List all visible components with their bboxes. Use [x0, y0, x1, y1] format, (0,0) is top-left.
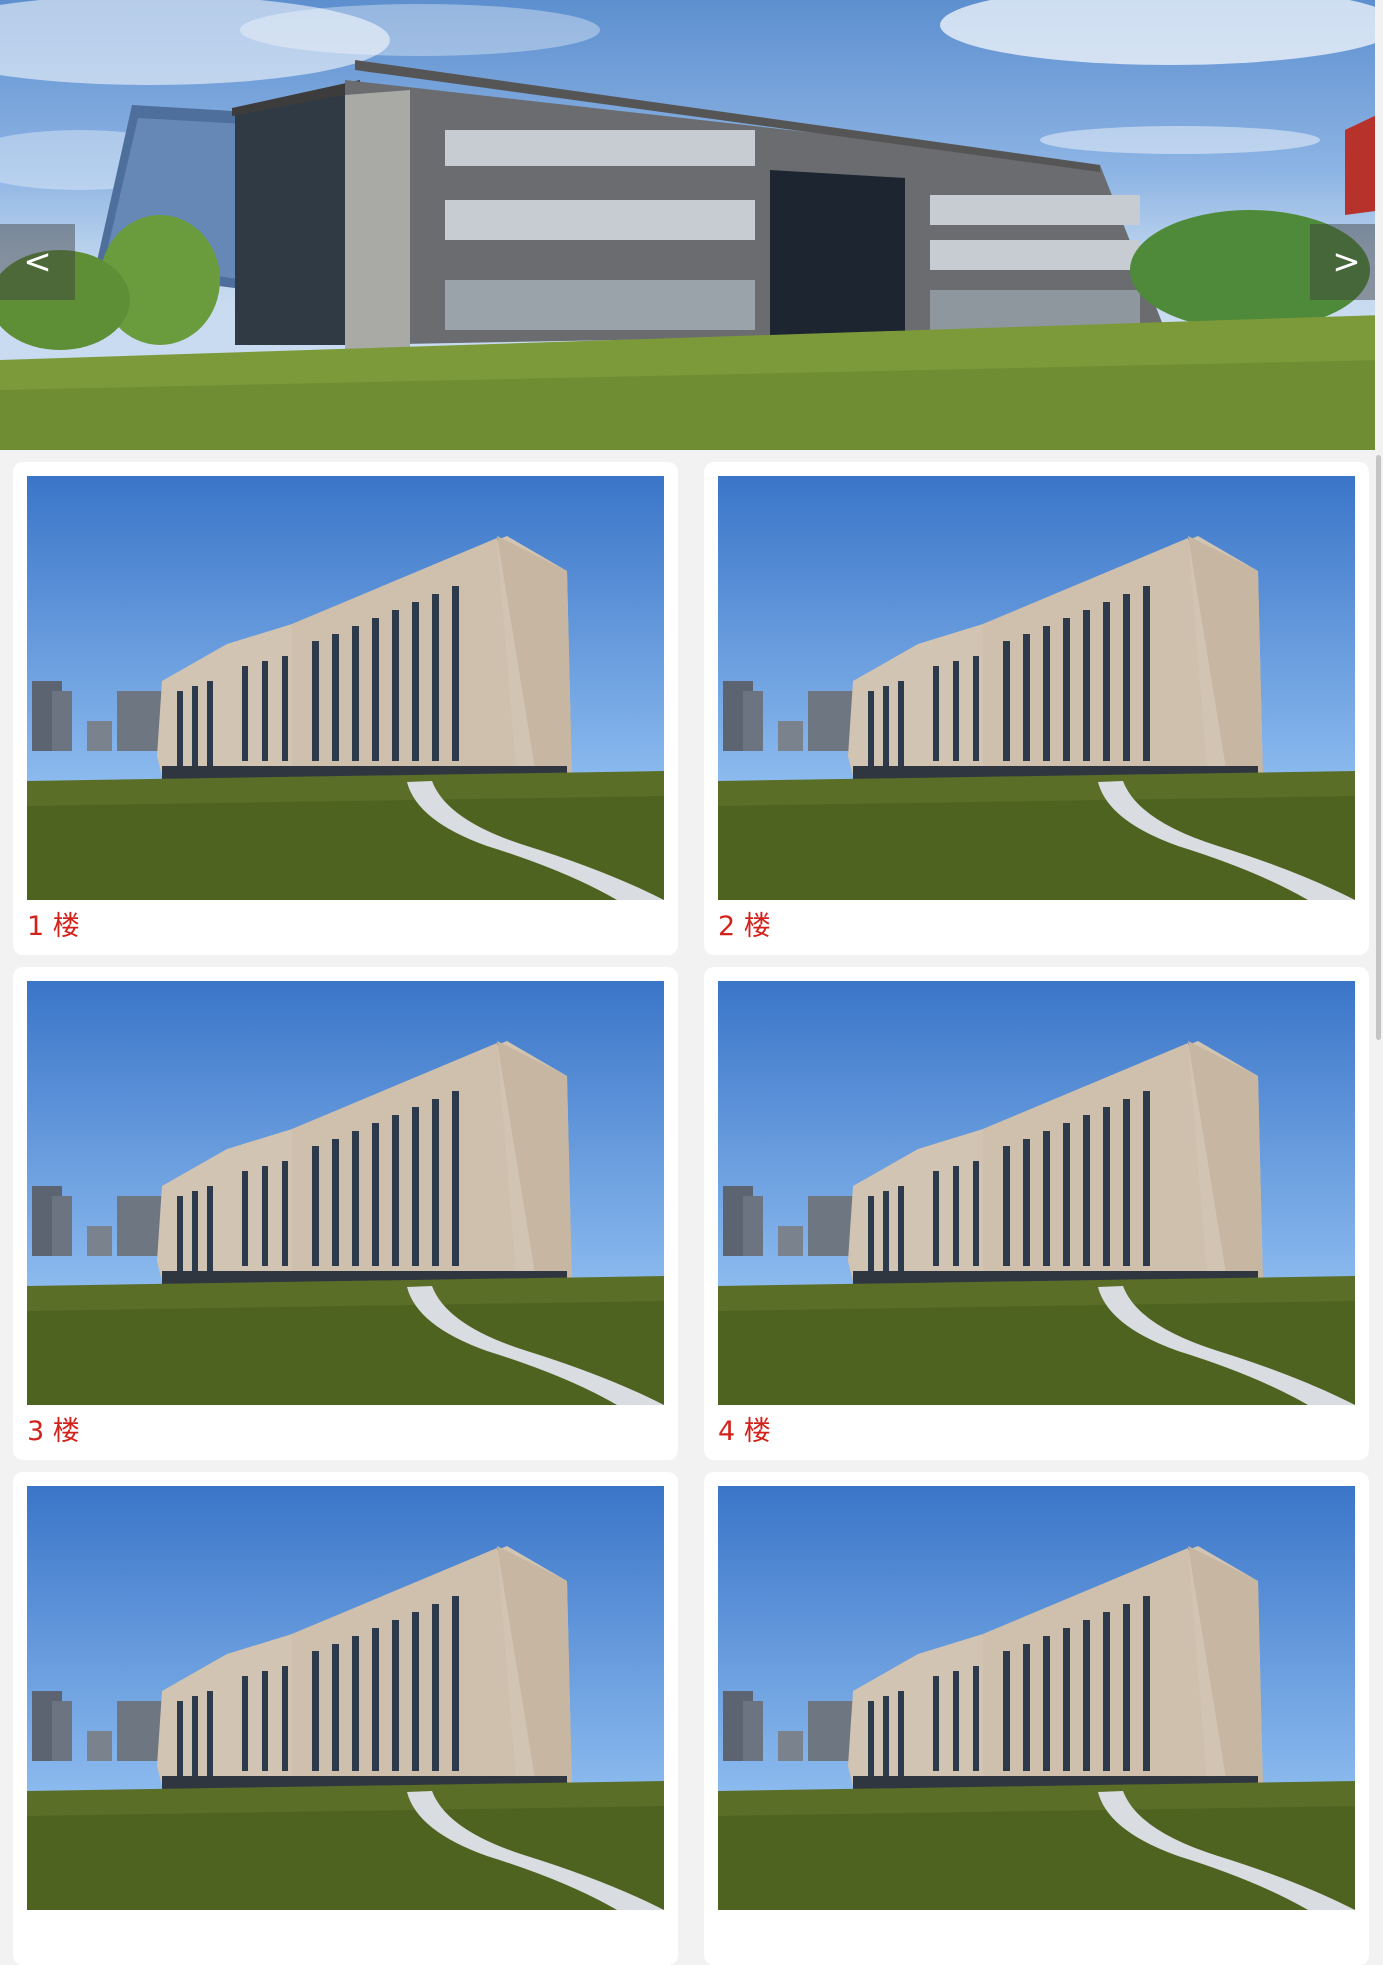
building-photo[interactable] [718, 1486, 1355, 1910]
building-label[interactable]: 3 楼 [27, 1416, 80, 1448]
building-label[interactable]: 1 楼 [27, 911, 80, 943]
building-photo[interactable] [27, 981, 664, 1405]
hero-carousel: < > [0, 0, 1383, 450]
building-label[interactable]: 2 楼 [718, 911, 771, 943]
building-photo[interactable] [718, 981, 1355, 1405]
carousel-prev-button[interactable]: < [0, 224, 75, 300]
carousel-next-button[interactable]: > [1310, 224, 1383, 300]
building-photo[interactable] [27, 476, 664, 900]
building-card[interactable]: 1 楼 [13, 462, 678, 955]
building-card[interactable] [13, 1472, 678, 1965]
page-scrollbar[interactable] [1375, 0, 1383, 1778]
building-card[interactable]: 4 楼 [704, 967, 1369, 1460]
hero-image [0, 0, 1383, 450]
building-card[interactable] [704, 1472, 1369, 1965]
building-card[interactable]: 3 楼 [13, 967, 678, 1460]
building-photo[interactable] [27, 1486, 664, 1910]
building-label[interactable]: 4 楼 [718, 1416, 771, 1448]
scrollbar-thumb[interactable] [1376, 455, 1381, 1040]
building-card[interactable]: 2 楼 [704, 462, 1369, 955]
building-photo[interactable] [718, 476, 1355, 900]
